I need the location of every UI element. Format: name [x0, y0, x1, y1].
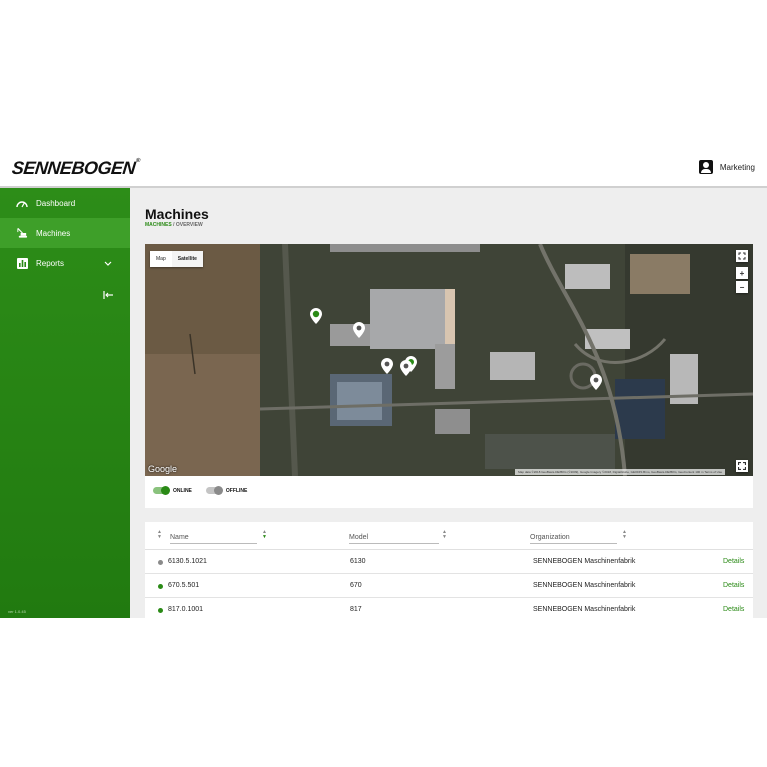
machine-model: 817 [350, 606, 362, 613]
details-link[interactable]: Details [723, 558, 744, 565]
sort-arrows-icon[interactable]: ▲ ▼ [622, 530, 627, 540]
machine-marker-online[interactable] [310, 308, 322, 324]
table-header: ▲ ▼ Name ▲ ▼ Model ▲ ▼ Organization ▲ ▼ [145, 522, 753, 550]
user-menu[interactable]: Marketing [698, 160, 755, 174]
sidebar-item-reports[interactable]: Reports [0, 248, 130, 278]
column-header-organization[interactable]: Organization [530, 534, 617, 544]
collapse-left-icon[interactable] [103, 291, 113, 302]
status-dot-online [158, 584, 163, 589]
sidebar-item-label: Machines [36, 228, 71, 238]
machine-name: 817.0.1001 [168, 606, 204, 613]
online-label: ONLINE [173, 487, 192, 494]
satellite-imagery [145, 244, 753, 476]
map-card: Map Satellite + − Google Map data ©2018 … [145, 244, 753, 508]
user-name: Marketing [719, 162, 755, 172]
breadcrumb-separator: / [173, 222, 175, 228]
machine-marker[interactable] [381, 358, 393, 374]
map-type-map[interactable]: Map [150, 251, 172, 267]
details-link[interactable]: Details [723, 582, 744, 589]
machine-model: 670 [350, 582, 362, 589]
offline-label: OFFLINE [225, 487, 248, 494]
sennebogen-logo[interactable]: SENNEBOGEN® [11, 158, 140, 179]
logo-text: SENNEBOGEN [11, 158, 137, 178]
online-switch[interactable] [153, 486, 170, 495]
dashboard-gauge-icon [16, 197, 28, 209]
machine-marker[interactable] [590, 374, 602, 390]
main-content: Machines MACHINES / OVERVIEW Map Satelli… [130, 188, 767, 618]
machine-organization: SENNEBOGEN Maschinenfabrik [533, 558, 636, 565]
sidebar-item-label: Reports [36, 258, 65, 268]
sort-arrows-icon[interactable]: ▲ ▼ [442, 530, 447, 540]
details-link[interactable]: Details [723, 606, 744, 613]
zoom-in-button[interactable]: + [736, 267, 748, 279]
status-dot-offline [158, 560, 163, 565]
user-account-icon [698, 160, 713, 174]
chevron-down-icon[interactable] [104, 259, 112, 268]
map-type-satellite[interactable]: Satellite [171, 251, 203, 267]
column-header-model[interactable]: Model [349, 534, 439, 544]
sidebar-item-machines[interactable]: Machines [0, 218, 130, 248]
sort-arrows-icon[interactable]: ▲ ▼ [262, 530, 267, 540]
bar-chart-icon [16, 257, 28, 269]
map-type-control: Map Satellite [150, 251, 203, 267]
offline-filter-toggle[interactable]: OFFLINE [205, 486, 248, 495]
table-row[interactable]: 6130.5.1021 6130 SENNEBOGEN Maschinenfab… [145, 550, 753, 574]
machine-organization: SENNEBOGEN Maschinenfabrik [533, 582, 636, 589]
machine-name: 6130.5.1021 [168, 558, 207, 565]
sidebar: Dashboard Machines Reports ver 1.0.45 [0, 188, 130, 618]
machine-model: 6130 [350, 558, 366, 565]
satellite-map[interactable]: Map Satellite + − Google Map data ©2018 … [145, 244, 753, 476]
machine-marker[interactable] [400, 360, 412, 376]
status-dot-online [158, 608, 163, 613]
app-window: SENNEBOGEN® Marketing Dashboard Machines… [0, 148, 767, 618]
zoom-out-button[interactable]: − [736, 281, 748, 293]
top-bar: SENNEBOGEN® Marketing [0, 148, 767, 188]
map-attribution[interactable]: Map data ©2018 GeoBasis-DE/BKG (©2009), … [515, 469, 725, 475]
crane-machine-icon [16, 227, 28, 239]
machine-name: 670.5.501 [168, 582, 200, 589]
expand-map-icon[interactable] [736, 460, 748, 472]
sidebar-item-label: Dashboard [36, 198, 76, 208]
fullscreen-toggle-icon[interactable] [736, 250, 748, 262]
page-title: Machines [145, 206, 209, 222]
status-legend: ONLINE OFFLINE [153, 486, 248, 495]
machine-marker[interactable] [353, 322, 365, 338]
breadcrumb-overview: OVERVIEW [175, 222, 203, 228]
offline-switch[interactable] [205, 486, 223, 495]
breadcrumb-machines[interactable]: MACHINES [145, 222, 172, 228]
machine-organization: SENNEBOGEN Maschinenfabrik [533, 606, 636, 613]
breadcrumb: MACHINES / OVERVIEW [145, 222, 203, 228]
sidebar-item-dashboard[interactable]: Dashboard [0, 188, 130, 218]
sort-arrows-icon[interactable]: ▲ ▼ [157, 530, 162, 540]
machines-table: ▲ ▼ Name ▲ ▼ Model ▲ ▼ Organization ▲ ▼ 6130… [145, 522, 753, 618]
online-filter-toggle[interactable]: ONLINE [153, 486, 192, 495]
table-row[interactable]: 670.5.501 670 SENNEBOGEN Maschinenfabrik… [145, 574, 753, 598]
column-header-name[interactable]: Name [170, 534, 257, 544]
table-row[interactable]: 817.0.1001 817 SENNEBOGEN Maschinenfabri… [145, 598, 753, 618]
google-logo: Google [148, 464, 178, 474]
app-version: ver 1.0.45 [8, 609, 26, 614]
